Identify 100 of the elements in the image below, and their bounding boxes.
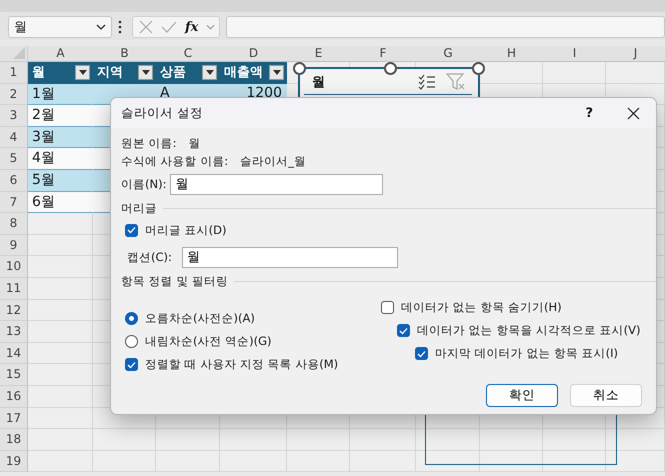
checkbox[interactable] [415,347,428,360]
grid-cell[interactable] [156,450,220,472]
row-number[interactable]: 7 [0,192,28,214]
grid-cell[interactable] [287,450,350,472]
checkbox-label[interactable]: 머리글 표시(D) [145,222,226,238]
column-header[interactable]: I [543,46,607,62]
clear-filter-icon[interactable] [446,73,466,91]
field-label: 캡션(C): [127,250,172,264]
grid-cell[interactable] [543,450,606,472]
grid-cell[interactable] [220,450,287,472]
column-header[interactable]: G [416,46,481,62]
grid-cell[interactable] [93,429,156,451]
formula-input[interactable] [226,16,665,38]
more-icon[interactable] [118,20,122,34]
table-cell: 6월 [28,192,93,214]
filter-dropdown-button[interactable] [75,64,90,80]
caption-field[interactable]: 월 [182,246,398,268]
checkbox[interactable] [397,324,410,337]
column-header[interactable]: E [287,46,351,62]
grid-cell[interactable] [28,386,93,408]
column-header[interactable]: H [480,46,544,62]
checkbox[interactable] [381,301,394,314]
grid-cell[interactable] [416,429,480,451]
check-icon[interactable] [161,20,177,34]
column-header[interactable]: C [156,46,221,62]
grid-cell[interactable] [28,429,93,451]
row-number[interactable]: 9 [0,234,28,256]
row-number[interactable]: 17 [0,408,28,430]
grid-cell[interactable] [543,429,606,451]
grid-cell[interactable] [220,429,287,451]
close-icon[interactable] [627,106,640,120]
row-number[interactable]: 5 [0,148,28,170]
grid-cell[interactable] [350,450,416,472]
row-number[interactable]: 14 [0,342,28,364]
row-number[interactable]: 1 [0,62,28,84]
column-header[interactable]: J [606,46,665,62]
grid-cell[interactable] [606,429,665,451]
radio-label[interactable]: 내림차순(사전 역순)(G) [145,334,272,349]
grid-cell[interactable] [28,256,93,278]
grid-cell[interactable] [28,408,93,430]
column-header[interactable]: F [350,46,417,62]
checkbox-label[interactable]: 데이터가 없는 항목 숨기기(H) [401,300,562,315]
grid-cell[interactable] [156,429,220,451]
help-button[interactable]: ? [585,106,593,120]
grid-cell[interactable] [350,429,416,451]
section-title: 머리글 [121,201,157,216]
row-number[interactable]: 2 [0,84,28,106]
column-header[interactable]: D [220,46,288,62]
checkbox-label[interactable]: 데이터가 없는 항목을 시각적으로 표시(V) [417,323,640,338]
resize-handle[interactable] [384,62,397,75]
grid-cell[interactable] [28,450,93,472]
row-number[interactable]: 15 [0,364,28,386]
row-number[interactable]: 10 [0,256,28,278]
checkbox[interactable] [125,358,138,371]
row-number[interactable]: 4 [0,126,28,148]
row-number[interactable]: 13 [0,321,28,343]
column-header[interactable]: A [28,46,94,62]
name-box[interactable]: 월 [8,16,112,38]
grid-cell[interactable] [28,278,93,300]
filter-dropdown-button[interactable] [269,64,284,80]
row-number[interactable]: 16 [0,386,28,408]
filter-dropdown-button[interactable] [202,64,217,80]
grid-cell[interactable] [28,213,93,235]
grid-cell[interactable] [28,234,93,256]
filter-dropdown-button[interactable] [138,64,153,80]
grid-cell[interactable] [480,450,543,472]
row-number[interactable]: 3 [0,105,28,127]
multi-select-icon[interactable] [418,74,436,90]
radio-button[interactable] [125,312,138,325]
insert-function-button[interactable]: fx [185,20,198,34]
grid-cell[interactable] [28,364,93,386]
chevron-down-icon[interactable] [206,24,216,30]
row-number[interactable]: 12 [0,300,28,322]
radio-label[interactable]: 오름차순(사전순)(A) [145,311,255,326]
select-all-icon[interactable] [13,47,25,59]
grid-cell[interactable] [543,62,606,84]
grid-cell[interactable] [287,429,350,451]
column-title: 매출액 [224,64,263,82]
grid-cell[interactable] [480,429,543,451]
radio-button[interactable] [125,335,138,348]
column-header[interactable]: B [93,46,157,62]
row-number[interactable]: 6 [0,170,28,192]
row-number[interactable]: 11 [0,278,28,300]
grid-cell[interactable] [93,450,156,472]
checkbox-label[interactable]: 정렬할 때 사용자 지정 목록 사용(M) [145,357,338,372]
grid-cell[interactable] [28,342,93,364]
name-field[interactable]: 월 [170,174,384,194]
grid-cell[interactable] [606,62,665,84]
row-number[interactable]: 19 [0,450,28,472]
row-number[interactable]: 8 [0,213,28,235]
ok-button[interactable]: 확인 [486,384,558,407]
checkbox[interactable] [125,224,138,236]
grid-cell[interactable] [28,321,93,343]
cancel-button[interactable]: 취소 [570,384,642,407]
checkbox-label[interactable]: 마지막 데이터가 없는 항목 표시(I) [435,346,618,361]
grid-cell[interactable] [606,450,665,472]
row-number[interactable]: 18 [0,429,28,451]
grid-cell[interactable] [416,450,480,472]
grid-cell[interactable] [28,300,93,322]
cancel-icon[interactable] [139,20,153,34]
